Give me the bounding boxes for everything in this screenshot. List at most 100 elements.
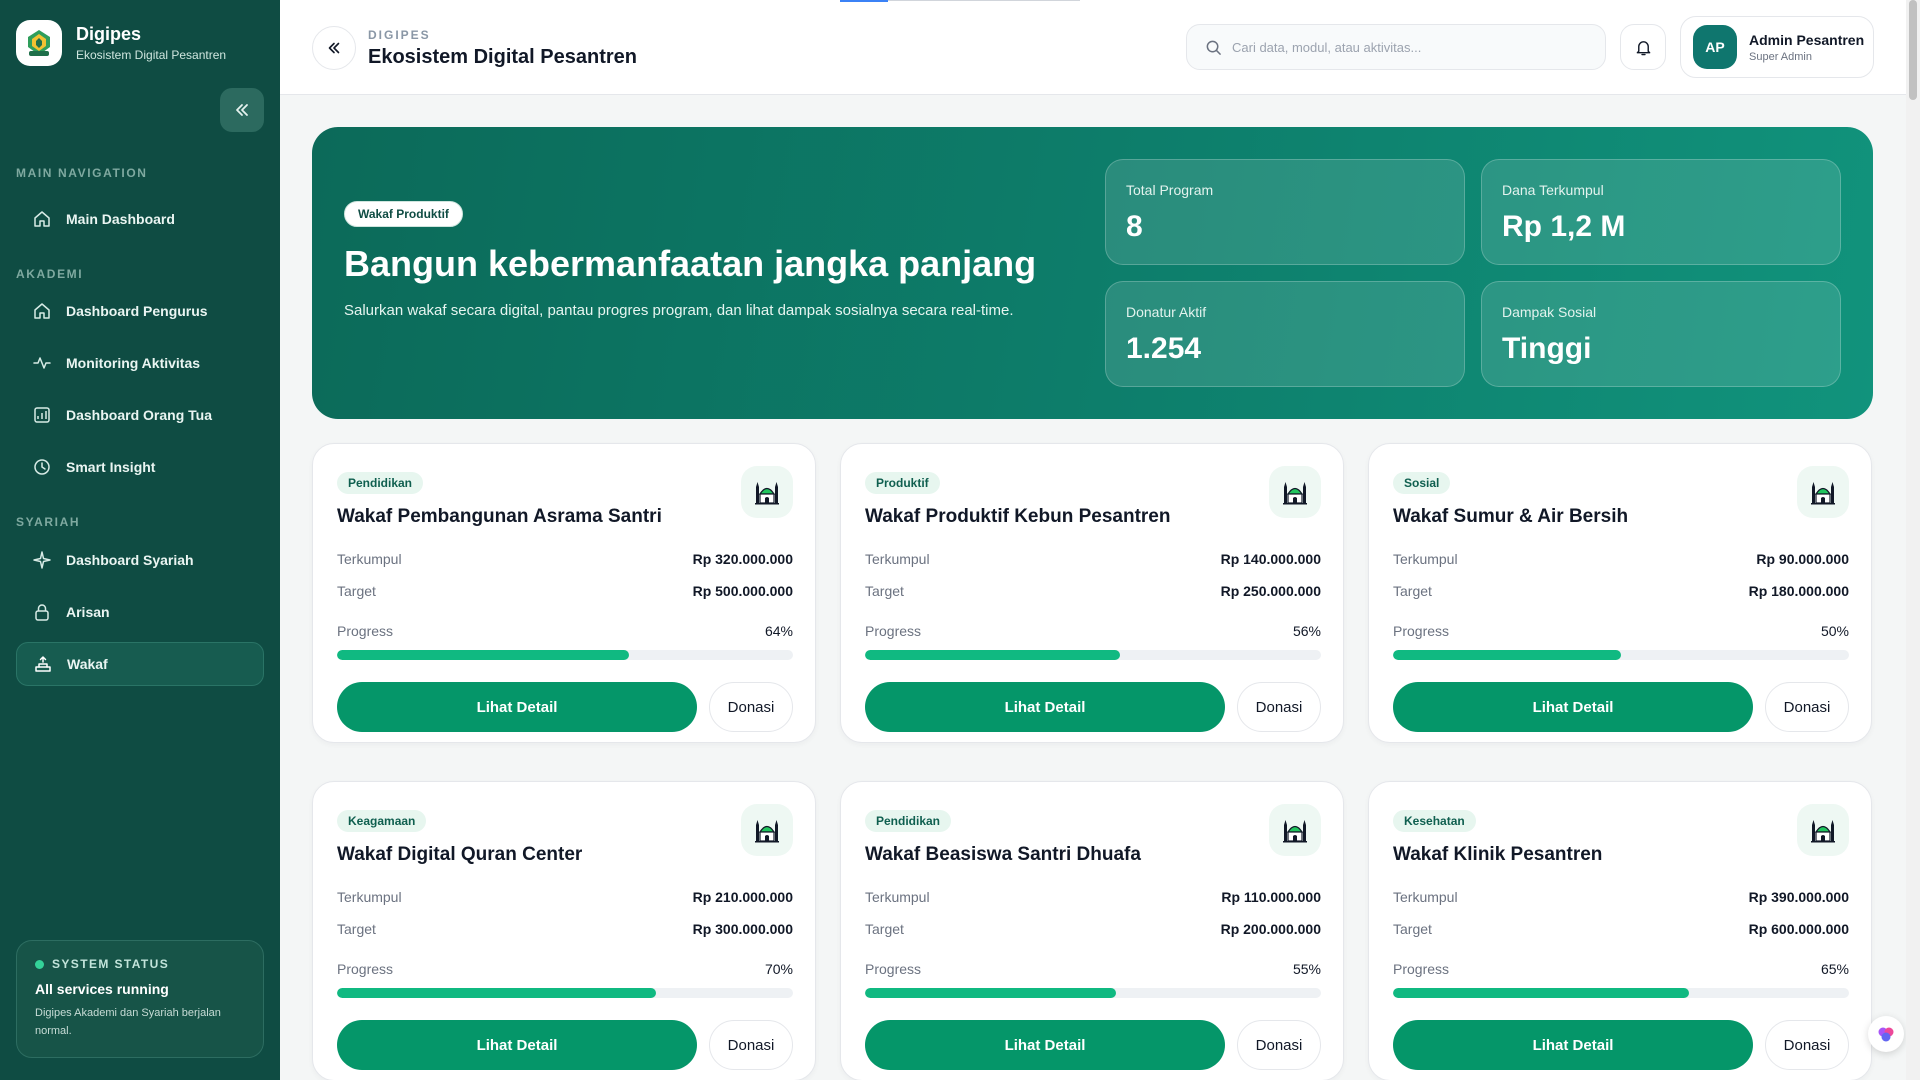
search-input[interactable] (1232, 39, 1592, 55)
collected-row: Terkumpul Rp 210.000.000 (337, 889, 793, 905)
sidebar-item-monitoring-aktivitas[interactable]: Monitoring Aktivitas (16, 341, 264, 385)
sidebar-item-smart-insight[interactable]: Smart Insight (16, 445, 264, 489)
donate-button[interactable]: Donasi (709, 682, 793, 732)
sidebar-item-wakaf[interactable]: Wakaf (16, 642, 264, 686)
status-indicator-dot (35, 959, 44, 969)
collected-value: Rp 320.000.000 (692, 551, 793, 567)
collected-row: Terkumpul Rp 90.000.000 (1393, 551, 1849, 567)
progress-row: Progress 56% (865, 623, 1321, 639)
brand[interactable]: Digipes Ekosistem Digital Pesantren (16, 20, 226, 66)
lock-icon (32, 602, 52, 622)
page-scrollbar[interactable] (1906, 0, 1920, 1080)
sidebar-item-dashboard-pengurus[interactable]: Dashboard Pengurus (16, 289, 264, 333)
progress-bar (1393, 988, 1849, 998)
target-row: Target Rp 600.000.000 (1393, 921, 1849, 937)
sidebar-item-label: Monitoring Aktivitas (66, 355, 201, 371)
mosque-icon (755, 482, 779, 505)
progress-value: 70% (764, 961, 793, 977)
target-row: Target Rp 250.000.000 (865, 583, 1321, 599)
program-card[interactable]: Pendidikan Wakaf Pembangunan Asrama Santr… (312, 443, 816, 743)
sidebar-item-label: Arisan (66, 604, 110, 620)
program-card[interactable]: Keagamaan Wakaf Digital Quran Center Terku… (312, 781, 816, 1080)
sidebar: Digipes Ekosistem Digital Pesantren MAIN… (0, 0, 280, 1080)
view-detail-button[interactable]: Lihat Detail (337, 1020, 697, 1070)
target-label: Target (337, 921, 376, 937)
sidebar-item-dashboard-orang-tua[interactable]: Dashboard Orang Tua (16, 393, 264, 437)
program-icon (741, 466, 793, 518)
program-card[interactable]: Sosial Wakaf Sumur & Air Bersih Terkumpul R… (1368, 443, 1872, 743)
target-value: Rp 600.000.000 (1748, 921, 1849, 937)
progress-row: Progress 70% (337, 961, 793, 977)
scrollbar-thumb[interactable] (1909, 0, 1917, 100)
collected-row: Terkumpul Rp 390.000.000 (1393, 889, 1849, 905)
user-name: Admin Pesantren (1749, 31, 1865, 48)
program-icon (1797, 804, 1849, 856)
hero-badge: Wakaf Produktif (344, 201, 463, 227)
collected-row: Terkumpul Rp 320.000.000 (337, 551, 793, 567)
view-detail-button[interactable]: Lihat Detail (1393, 1020, 1753, 1070)
target-value: Rp 180.000.000 (1748, 583, 1849, 599)
home-icon (32, 301, 52, 321)
user-profile-menu[interactable]: AP Admin Pesantren Super Admin (1680, 16, 1874, 78)
view-detail-button[interactable]: Lihat Detail (865, 1020, 1225, 1070)
category-badge: Keagamaan (337, 810, 427, 832)
donate-button[interactable]: Donasi (1237, 682, 1321, 732)
back-button[interactable] (312, 26, 356, 70)
collected-label: Terkumpul (1393, 889, 1458, 905)
search-box[interactable] (1186, 24, 1606, 70)
progress-bar (865, 988, 1321, 998)
sidebar-item-main-dashboard[interactable]: Main Dashboard (16, 197, 264, 241)
program-title: Wakaf Sumur & Air Bersih (1393, 506, 1629, 527)
brand-subtitle: Ekosistem Digital Pesantren (76, 48, 227, 62)
stat-card-donatur-aktif: Donatur Aktif 1.254 (1105, 281, 1465, 387)
stat-value: Tinggi (1502, 332, 1592, 365)
program-card[interactable]: Pendidikan Wakaf Beasiswa Santri Dhuafa Te… (840, 781, 1344, 1080)
program-title: Wakaf Produktif Kebun Pesantren (865, 506, 1171, 527)
avatar: AP (1693, 25, 1737, 69)
collected-row: Terkumpul Rp 140.000.000 (865, 551, 1321, 567)
page-title: Ekosistem Digital Pesantren (368, 46, 637, 68)
view-detail-button[interactable]: Lihat Detail (337, 682, 697, 732)
target-label: Target (1393, 921, 1432, 937)
progress-value: 65% (1820, 961, 1849, 977)
category-badge: Kesehatan (1393, 810, 1476, 832)
donate-button[interactable]: Donasi (709, 1020, 793, 1070)
sidebar-item-label: Dashboard Orang Tua (66, 407, 212, 423)
program-card[interactable]: Kesehatan Wakaf Klinik Pesantren Terkumpul… (1368, 781, 1872, 1080)
progress-bar-fill (865, 650, 1121, 660)
collapse-sidebar-button[interactable] (220, 88, 264, 132)
view-detail-button[interactable]: Lihat Detail (1393, 682, 1753, 732)
target-label: Target (337, 583, 376, 599)
stat-value: 1.254 (1126, 332, 1202, 365)
assistant-button[interactable] (1868, 1016, 1904, 1052)
target-row: Target Rp 300.000.000 (337, 921, 793, 937)
program-icon (1269, 466, 1321, 518)
system-status-card: SYSTEM STATUS All services running Digip… (16, 940, 264, 1058)
progress-bar-fill (1393, 988, 1690, 998)
loading-indicator (840, 0, 888, 2)
collected-value: Rp 90.000.000 (1756, 551, 1849, 567)
collected-label: Terkumpul (865, 551, 930, 567)
program-card[interactable]: Produktif Wakaf Produktif Kebun Pesantren… (840, 443, 1344, 743)
program-title: Wakaf Beasiswa Santri Dhuafa (865, 844, 1141, 865)
progress-bar (337, 650, 793, 660)
user-role: Super Admin (1749, 50, 1812, 63)
mosque-icon (1283, 820, 1307, 843)
sidebar-item-label: Dashboard Pengurus (66, 303, 208, 319)
view-detail-button[interactable]: Lihat Detail (865, 682, 1225, 732)
notifications-button[interactable] (1620, 24, 1666, 70)
progress-bar (1393, 650, 1849, 660)
target-value: Rp 250.000.000 (1220, 583, 1321, 599)
progress-label: Progress (865, 961, 922, 977)
donate-button[interactable]: Donasi (1765, 1020, 1849, 1070)
sidebar-item-dashboard-syariah[interactable]: Dashboard Syariah (16, 538, 264, 582)
home-icon (32, 209, 52, 229)
donate-button[interactable]: Donasi (1765, 682, 1849, 732)
sidebar-item-label: Smart Insight (66, 459, 156, 475)
target-value: Rp 300.000.000 (692, 921, 793, 937)
digipes-logo (16, 20, 62, 66)
progress-row: Progress 50% (1393, 623, 1849, 639)
sidebar-item-arisan[interactable]: Arisan (16, 590, 264, 634)
donate-button[interactable]: Donasi (1237, 1020, 1321, 1070)
status-heading: SYSTEM STATUS (52, 957, 170, 971)
